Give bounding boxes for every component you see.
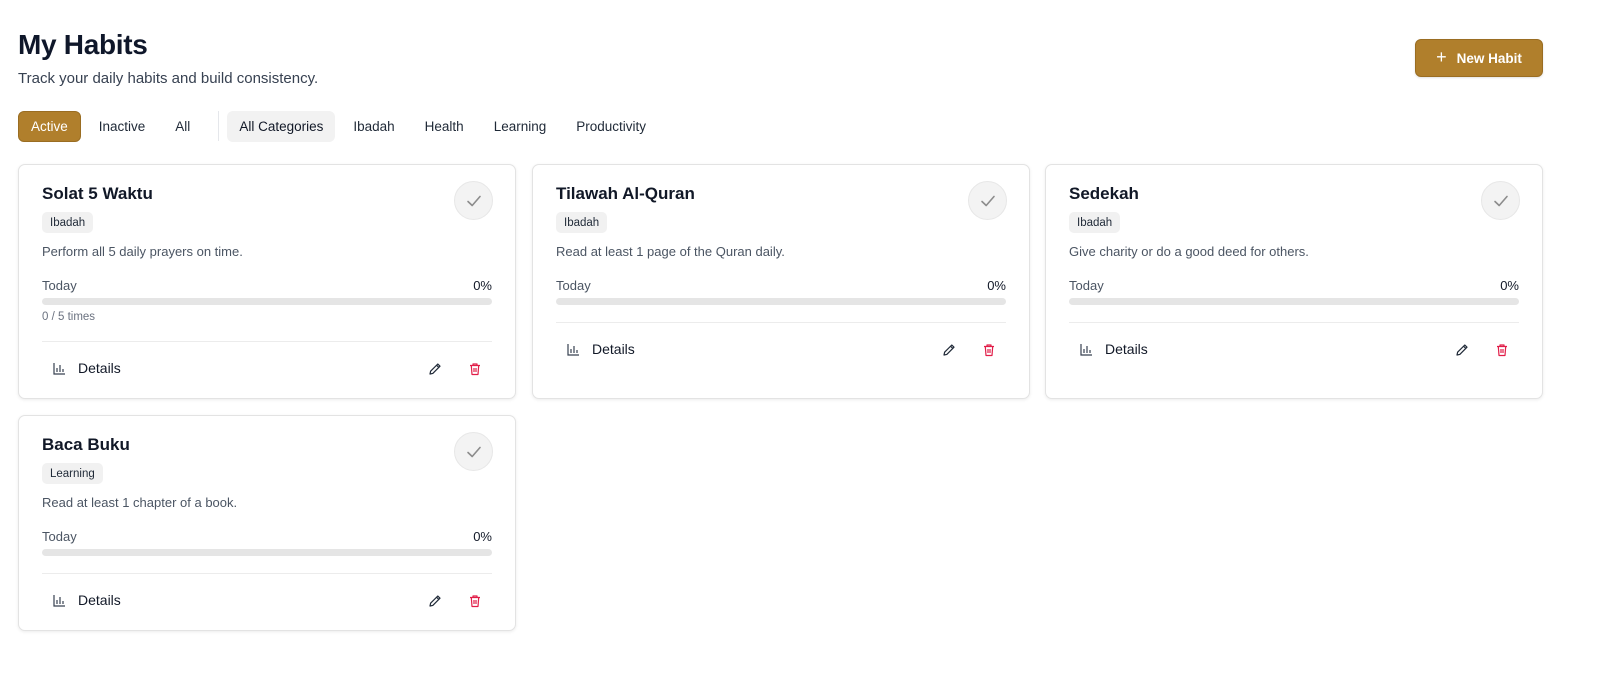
filter-category-learning[interactable]: Learning: [482, 111, 559, 142]
details-label: Details: [78, 360, 121, 376]
complete-button[interactable]: [454, 432, 493, 471]
card-divider: [42, 573, 492, 574]
progress-label: Today: [1069, 278, 1104, 293]
progress-percent: 0%: [1500, 278, 1519, 293]
progress-label: Today: [42, 529, 77, 544]
progress-bar: [42, 298, 492, 305]
times-count: 0 / 5 times: [42, 311, 96, 323]
details-label: Details: [592, 341, 635, 357]
category-badge: Ibadah: [42, 212, 94, 233]
habit-card: Solat 5 Waktu Ibadah Perform all 5 daily…: [18, 164, 516, 399]
pencil-icon: [943, 344, 955, 356]
habit-card: Baca Buku Learning Read at least 1 chapt…: [18, 415, 516, 631]
habit-title: Baca Buku: [42, 435, 130, 454]
filter-category-productivity[interactable]: Productivity: [564, 111, 658, 142]
habit-card: Sedekah Ibadah Give charity or do a good…: [1045, 164, 1543, 399]
details-button[interactable]: Details: [53, 360, 121, 376]
card-divider: [556, 322, 1006, 323]
category-badge: Ibadah: [556, 212, 608, 233]
progress-bar: [42, 549, 492, 556]
progress-label: Today: [42, 278, 77, 293]
delete-button[interactable]: [465, 591, 485, 611]
category-badge: Ibadah: [1069, 212, 1121, 233]
bar-chart-icon: [53, 594, 65, 607]
delete-button[interactable]: [1492, 340, 1512, 360]
card-divider: [1069, 322, 1519, 323]
plus-icon: +: [1436, 47, 1447, 67]
pencil-icon: [429, 595, 441, 607]
details-button[interactable]: Details: [1080, 341, 1148, 357]
bar-chart-icon: [567, 343, 579, 356]
details-label: Details: [1105, 341, 1148, 357]
page-title: My Habits: [18, 29, 148, 60]
filter-status-active[interactable]: Active: [18, 110, 81, 142]
card-divider: [42, 341, 492, 342]
filter-bar: Active Inactive All All Categories Ibada…: [18, 110, 664, 142]
filter-status-inactive[interactable]: Inactive: [87, 111, 158, 142]
habit-description: Read at least 1 page of the Quran daily.: [556, 244, 785, 259]
complete-button[interactable]: [1481, 181, 1520, 220]
edit-button[interactable]: [1452, 340, 1472, 360]
filter-category-health[interactable]: Health: [413, 111, 476, 142]
filter-status-all[interactable]: All: [163, 111, 202, 142]
details-label: Details: [78, 592, 121, 608]
habit-title: Sedekah: [1069, 184, 1139, 203]
progress-percent: 0%: [987, 278, 1006, 293]
pencil-icon: [429, 363, 441, 375]
habit-description: Perform all 5 daily prayers on time.: [42, 244, 243, 259]
pencil-icon: [1456, 344, 1468, 356]
trash-icon: [984, 344, 994, 357]
details-button[interactable]: Details: [567, 341, 635, 357]
bar-chart-icon: [53, 362, 65, 375]
habit-description: Read at least 1 chapter of a book.: [42, 495, 238, 510]
complete-button[interactable]: [454, 181, 493, 220]
delete-button[interactable]: [979, 340, 999, 360]
edit-button[interactable]: [425, 591, 445, 611]
habit-description: Give charity or do a good deed for other…: [1069, 244, 1309, 259]
page-subtitle: Track your daily habits and build consis…: [18, 70, 319, 87]
new-habit-button[interactable]: + New Habit: [1415, 39, 1543, 77]
progress-label: Today: [556, 278, 591, 293]
check-icon: [1493, 195, 1508, 206]
filter-category-ibadah[interactable]: Ibadah: [341, 111, 406, 142]
habit-card: Tilawah Al-Quran Ibadah Read at least 1 …: [532, 164, 1030, 399]
edit-button[interactable]: [939, 340, 959, 360]
progress-percent: 0%: [473, 529, 492, 544]
bar-chart-icon: [1080, 343, 1092, 356]
check-icon: [466, 195, 481, 206]
trash-icon: [1497, 344, 1507, 357]
edit-button[interactable]: [425, 359, 445, 379]
progress-percent: 0%: [473, 278, 492, 293]
complete-button[interactable]: [968, 181, 1007, 220]
trash-icon: [470, 595, 480, 608]
habit-title: Solat 5 Waktu: [42, 184, 153, 203]
new-habit-label: New Habit: [1456, 50, 1522, 66]
page-header: My Habits Track your daily habits and bu…: [18, 28, 1543, 88]
trash-icon: [470, 363, 480, 376]
habits-page: My Habits Track your daily habits and bu…: [0, 0, 1601, 675]
habit-title: Tilawah Al-Quran: [556, 184, 695, 203]
check-icon: [980, 195, 995, 206]
progress-bar: [556, 298, 1006, 305]
details-button[interactable]: Details: [53, 592, 121, 608]
progress-bar: [1069, 298, 1519, 305]
filter-divider: [218, 111, 220, 141]
delete-button[interactable]: [465, 359, 485, 379]
filter-category-all[interactable]: All Categories: [227, 110, 336, 142]
category-badge: Learning: [42, 463, 103, 484]
check-icon: [466, 446, 481, 457]
